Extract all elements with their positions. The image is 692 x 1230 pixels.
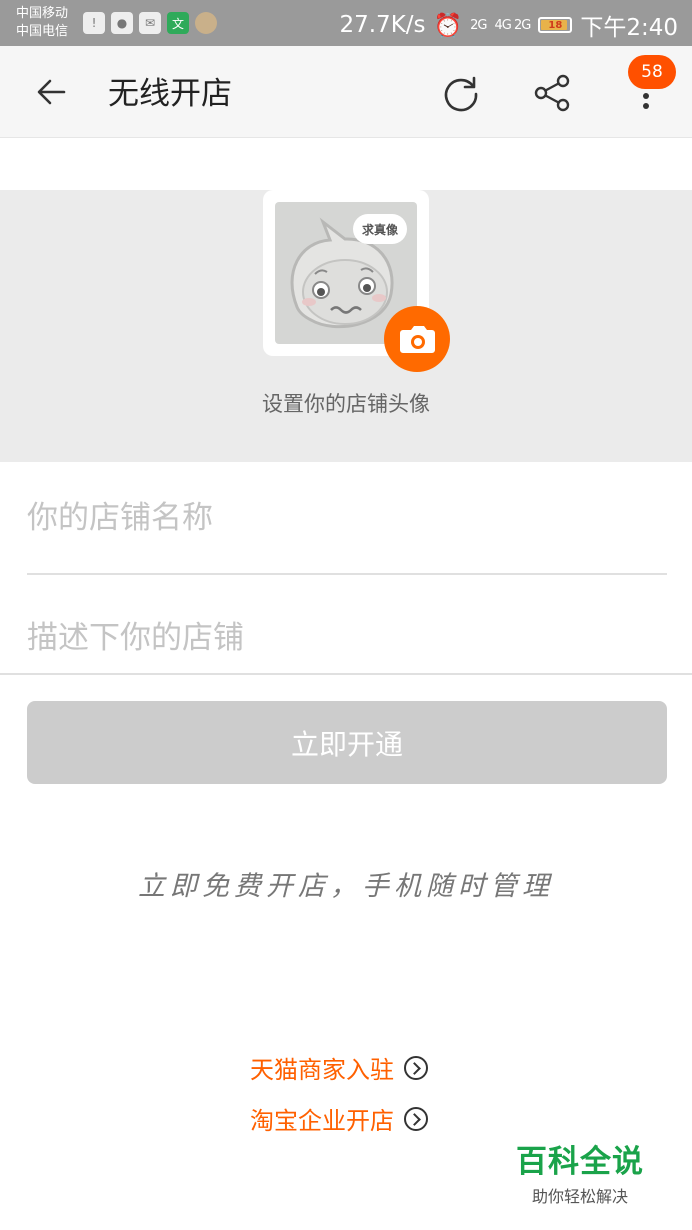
watermark-title: 百科全说 [516,1144,644,1180]
divider [27,573,667,575]
page-title: 无线开店 [108,76,232,112]
carrier-2: 中国电信 [16,24,69,39]
wechat-icon: ● [111,12,133,34]
mail-icon: ✉ [139,12,161,34]
shop-description-input[interactable] [27,594,667,682]
tmall-link-label: 天猫商家入驻 [250,1056,394,1084]
shop-name-input[interactable] [27,474,667,562]
avatar-section: 求真像 设置你的店铺头像 [0,190,692,462]
watermark: 百科全说 助你轻松解决 [510,1136,650,1207]
signal-1: 2G [470,17,487,33]
divider [0,673,692,675]
notification-icons: ! ● ✉ 文 [83,12,217,34]
back-arrow-icon[interactable] [34,74,70,110]
chevron-right-icon [404,1106,428,1131]
app-avatar-icon [195,12,217,34]
carrier-1: 中国移动 [16,6,69,21]
alarm-icon: ⏰ [433,12,463,39]
taobao-enterprise-link[interactable]: 淘宝企业开店 [250,1101,450,1136]
taobao-link-label: 淘宝企业开店 [250,1107,394,1135]
camera-icon [400,326,435,353]
battery-level: 18 [548,19,563,31]
refresh-icon[interactable] [440,72,482,114]
share-icon[interactable] [532,72,574,114]
open-shop-button[interactable]: 立即开通 [27,701,667,784]
avatar-label: 设置你的店铺头像 [262,392,430,416]
status-bar: 中国移动 中国电信 ! ● ✉ 文 27.7K/s ⏰ 2G 4G 2G 18 … [0,0,692,46]
chevron-right-icon [404,1055,428,1080]
carrier-info: 中国移动 中国电信 [16,5,68,41]
notification-badge: 58 [628,55,676,89]
slogan: 立即免费开店，手机随时管理 [138,871,554,902]
tmall-merchant-link[interactable]: 天猫商家入驻 [250,1050,450,1085]
speech-bubble: 求真像 [353,214,407,244]
camera-button[interactable] [384,306,450,372]
app-bar: 无线开店 58 [0,46,692,138]
status-right: 27.7K/s ⏰ 2G 4G 2G 18 下午2:40 [339,8,678,42]
signal-2: 4G 2G [494,17,532,33]
clock: 下午2:40 [580,15,678,41]
network-speed: 27.7K/s [339,12,426,38]
battery-icon: 18 [538,17,573,33]
translate-icon: 文 [167,12,189,34]
alert-icon: ! [83,12,105,34]
watermark-subtitle: 助你轻松解决 [531,1187,628,1206]
